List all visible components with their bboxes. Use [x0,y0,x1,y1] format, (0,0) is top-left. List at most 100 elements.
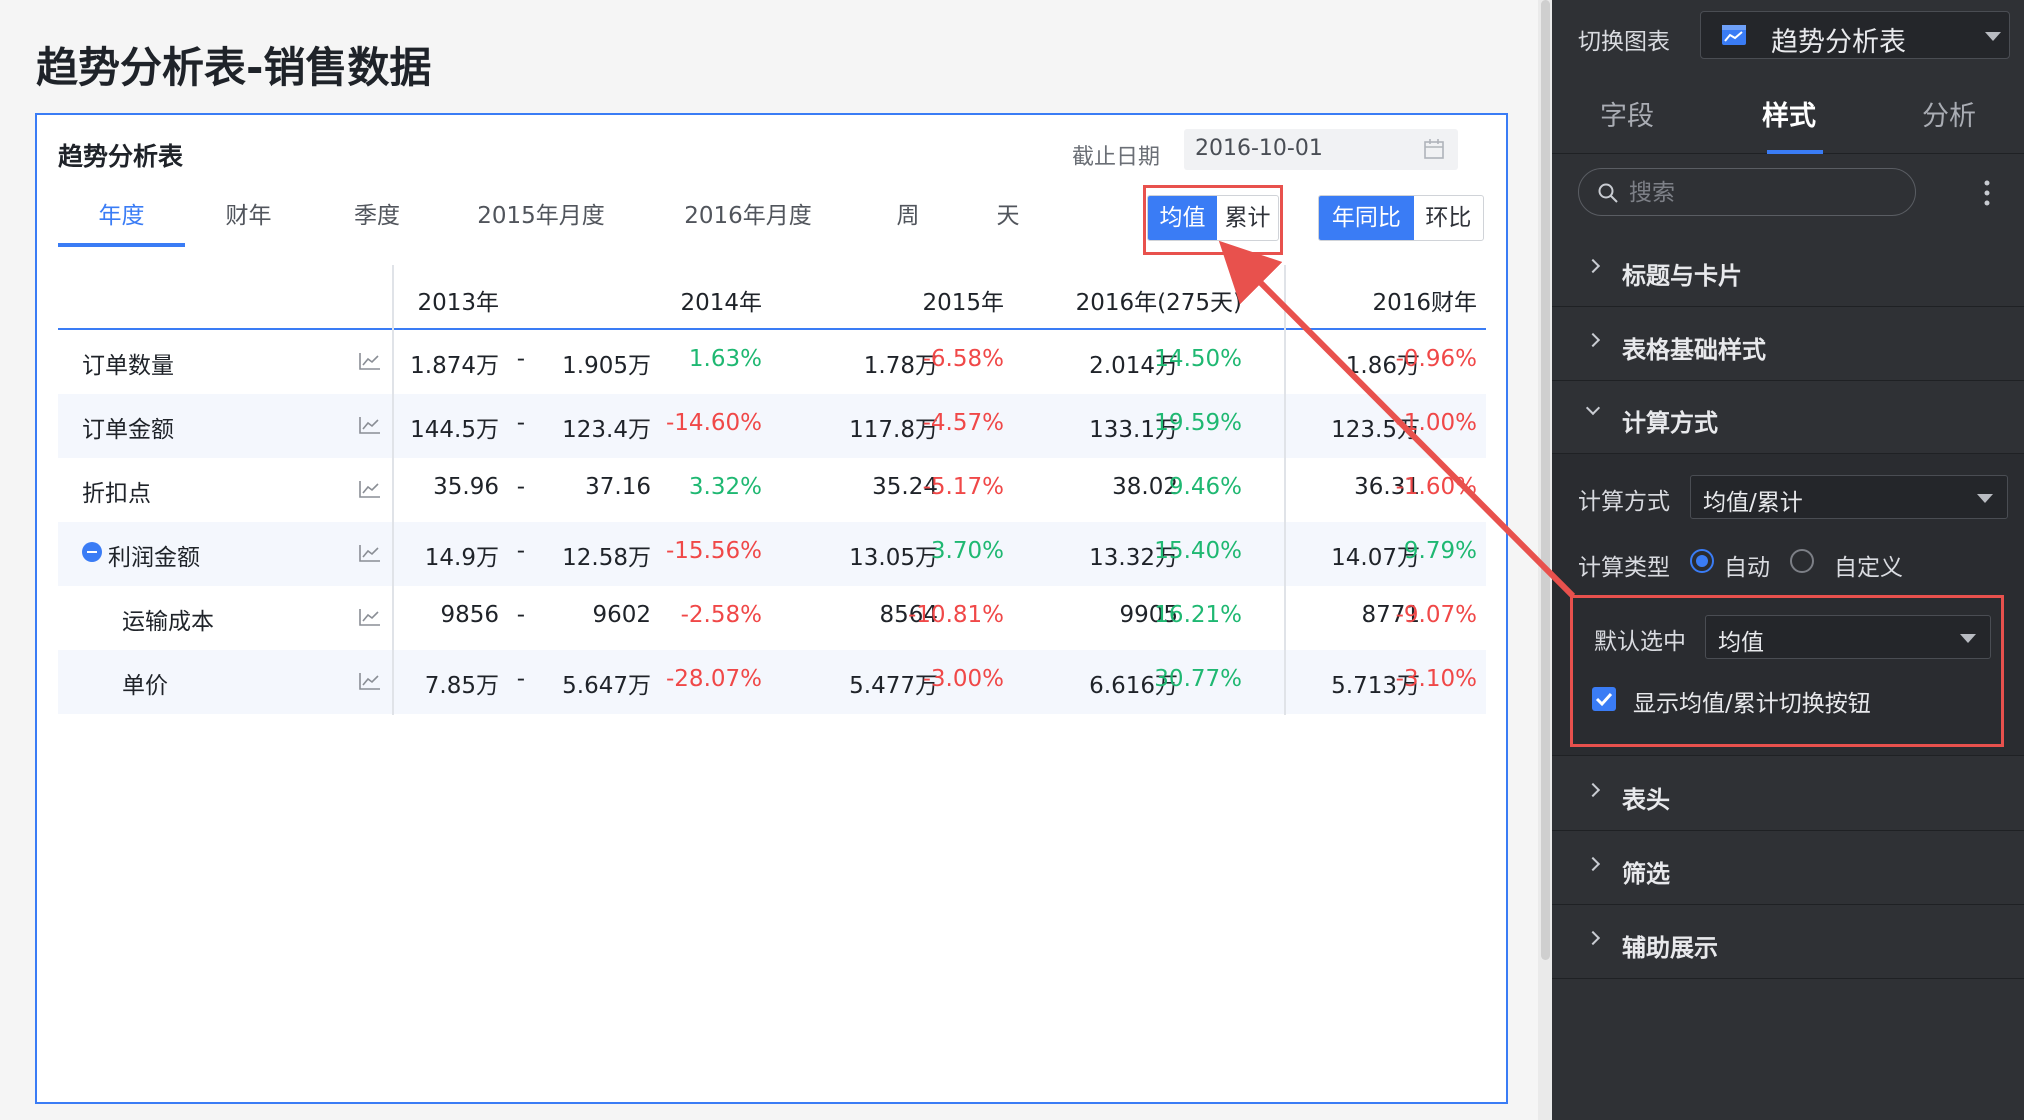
section-auxiliary-display[interactable]: 辅助展示 [1552,906,2024,979]
column-divider [392,265,394,715]
column-divider [1284,265,1286,715]
config-panel: 切换图表 趋势分析表 字段 样式 分析 标题与卡片 表格基础样式 [1552,0,2024,1120]
trend-chart-icon[interactable] [358,543,382,563]
yoy-button[interactable]: 年同比 [1319,196,1414,240]
row-label: 订单金额 [82,417,174,443]
row-label: 单价 [122,673,168,699]
cell-value: 13.05万 [849,545,938,571]
cell-change: -14.60% [666,410,762,436]
cell-change: - [516,666,525,692]
cell-change: -10.81% [908,602,1004,628]
section-label: 辅助展示 [1622,934,1718,962]
section-label: 标题与卡片 [1622,262,1742,290]
tab-2015-monthly[interactable]: 2015年月度 [456,187,626,245]
cell-change: 9.79% [1403,538,1477,564]
trend-chart-icon[interactable] [358,415,382,435]
row-label: 运输成本 [122,609,214,635]
panel-tabs: 字段 样式 分析 [1552,74,2024,154]
radio-auto-label: 自动 [1724,555,1770,581]
cell-change: 14.50% [1154,346,1242,372]
report-canvas: 趋势分析表-销售数据 趋势分析表 截止日期 2016-10-01 年度 财年 季… [0,0,1552,1120]
cell-change: - [516,474,525,500]
cell-change: 15.40% [1154,538,1242,564]
column-header: 2014年 [680,290,762,316]
cell-value: 37.16 [585,474,651,500]
cell-value: 14.9万 [424,545,499,571]
radio-custom[interactable] [1790,549,1814,573]
highlight-box-toggle [1143,185,1283,255]
trend-table: 2013年 2014年 2015年 2016年(275天) 2016财年 订单数… [58,265,1486,715]
search-icon [1598,183,1618,203]
cell-value: 9856 [440,602,499,628]
cell-change: -1.60% [1395,474,1477,500]
calendar-icon [1424,139,1444,159]
trend-chart-icon[interactable] [358,607,382,627]
tab-analysis[interactable]: 分析 [1922,94,1976,133]
date-value: 2016-10-01 [1195,136,1323,161]
tab-year[interactable]: 年度 [58,187,185,245]
radio-custom-label: 自定义 [1834,555,1903,581]
mom-button[interactable]: 环比 [1414,196,1483,240]
chevron-down-icon [1977,494,1993,503]
calc-method-body: 计算方式 均值/累计 计算类型 自动 自定义 默认选中 均值 显示均值/累计切换… [1552,454,2024,756]
chevron-right-icon [1585,856,1601,872]
table-body: 订单数量 1.874万 -1.905万 1.63% 1.78万 -6.58% 2.014万 1… [58,330,1486,714]
cell-change: -28.07% [666,666,762,692]
cell-change: - [516,346,525,372]
section-filter[interactable]: 筛选 [1552,832,2024,905]
search-input[interactable] [1629,178,1899,208]
cell-change: 9.46% [1168,474,1242,500]
tab-fiscal-year[interactable]: 财年 [185,187,312,245]
cell-change: -4.57% [922,410,1004,436]
chevron-down-icon [1585,400,1601,416]
cell-value: 7.85万 [424,673,499,699]
tab-quarter[interactable]: 季度 [312,187,442,245]
date-picker[interactable]: 2016-10-01 [1184,129,1458,170]
cell-value: 1.905万 [562,353,651,379]
cell-change: - [516,602,525,628]
trend-chart-icon[interactable] [358,351,382,371]
section-header[interactable]: 表头 [1552,758,2024,831]
trend-table-icon [1722,25,1746,45]
cell-change: - [516,410,525,436]
panel-tab-underline [1767,150,1823,154]
tab-style[interactable]: 样式 [1762,94,1816,133]
tab-fields[interactable]: 字段 [1600,94,1654,133]
tab-2016-monthly[interactable]: 2016年月度 [663,187,833,245]
highlight-box-settings [1570,595,2004,747]
search-box [1578,168,1916,216]
cell-change: -6.58% [922,346,1004,372]
cell-change: -3.10% [1395,666,1477,692]
section-table-basic-style[interactable]: 表格基础样式 [1552,308,2024,381]
cell-value: 9602 [592,602,651,628]
chevron-right-icon [1585,258,1601,274]
section-label: 表格基础样式 [1622,336,1766,364]
tab-day[interactable]: 天 [983,187,1033,245]
section-title-card[interactable]: 标题与卡片 [1552,234,2024,307]
table-row: 利润金额 14.9万 -12.58万 -15.56% 13.05万 3.70% 13.32万… [58,522,1486,586]
section-label: 筛选 [1622,860,1670,888]
more-vertical-icon[interactable] [1983,178,1991,208]
cell-change: -9.07% [1395,602,1477,628]
cell-value: 1.874万 [410,353,499,379]
cell-change: -5.17% [922,474,1004,500]
tab-week[interactable]: 周 [883,187,933,245]
section-calc-method[interactable]: 计算方式 [1552,381,2024,454]
cell-change: 1.63% [688,346,762,372]
calc-method-select[interactable]: 均值/累计 [1690,475,2008,519]
cell-change: 3.32% [688,474,762,500]
trend-chart-icon[interactable] [358,671,382,691]
trend-chart-icon[interactable] [358,479,382,499]
compare-toggle: 年同比 环比 [1318,195,1484,241]
radio-auto[interactable] [1690,549,1714,573]
column-header: 2016财年 [1372,290,1477,316]
row-label: 订单数量 [82,353,174,379]
chevron-right-icon [1585,332,1601,348]
calc-method-label: 计算方式 [1578,489,1670,515]
cell-change: 19.59% [1154,410,1242,436]
date-label: 截止日期 [1072,145,1161,170]
collapse-icon[interactable] [82,542,102,562]
chevron-right-icon [1585,930,1601,946]
chart-type-select[interactable]: 趋势分析表 [1700,11,2010,59]
canvas-scrollbar-thumb[interactable] [1541,0,1550,960]
